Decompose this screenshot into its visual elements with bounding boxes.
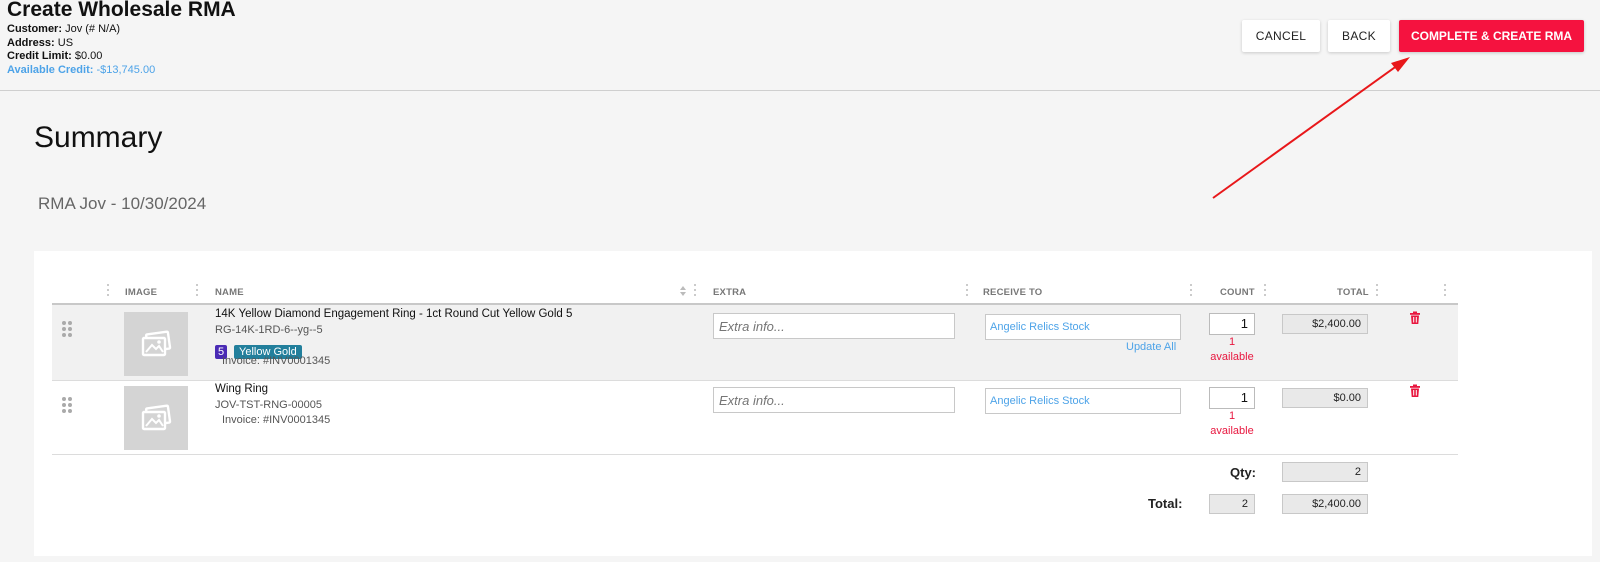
update-all-link[interactable]: Update All (1126, 341, 1176, 353)
address-line: Address: US (7, 37, 155, 51)
credit-limit-value: $0.00 (74, 50, 103, 62)
customer-info: Customer: Jov (# N/A) Address: US Credit… (7, 23, 155, 77)
table-row: Wing Ring JOV-TST-RNG-00005 Invoice: #IN… (52, 381, 1458, 455)
table-header: IMAGE NAME EXTRA RECEIVE TO COUNT TOTAL (52, 281, 1458, 305)
column-header-count[interactable]: COUNT (1220, 287, 1255, 298)
column-header-name[interactable]: NAME (215, 287, 244, 298)
product-image (124, 312, 188, 376)
available-credit-label: Available Credit: (7, 63, 94, 76)
credit-limit-line: Credit Limit: $0.00 (7, 50, 155, 64)
page-header: Create Wholesale RMA Customer: Jov (# N/… (0, 0, 1600, 91)
available-credit-line: Available Credit: -$13,745.00 (7, 64, 155, 78)
drag-handle-icon[interactable] (62, 321, 74, 337)
back-button[interactable]: BACK (1328, 20, 1390, 52)
complete-create-rma-button[interactable]: COMPLETE & CREATE RMA (1399, 20, 1584, 52)
table-row: 14K Yellow Diamond Engagement Ring - 1ct… (52, 305, 1458, 381)
column-menu-icon[interactable] (1263, 284, 1267, 298)
page-title: Create Wholesale RMA (7, 0, 236, 21)
column-header-receive-to[interactable]: RECEIVE TO (983, 287, 1042, 298)
column-menu-icon[interactable] (106, 284, 110, 298)
available-count: 1 (1228, 410, 1236, 422)
line-total: $0.00 (1282, 388, 1368, 408)
column-menu-icon[interactable] (1443, 284, 1447, 298)
cancel-button[interactable]: CANCEL (1242, 20, 1320, 52)
count-input[interactable]: 1 (1209, 313, 1255, 335)
total-count: 2 (1209, 494, 1255, 514)
available-count: 1 (1228, 336, 1236, 348)
address-label: Address: (7, 36, 55, 49)
column-menu-icon[interactable] (1189, 284, 1193, 298)
credit-limit-label: Credit Limit: (7, 50, 72, 62)
count-input[interactable]: 1 (1209, 387, 1255, 409)
grand-total: $2,400.00 (1282, 494, 1368, 514)
drag-handle-icon[interactable] (62, 397, 74, 413)
column-header-image[interactable]: IMAGE (125, 287, 157, 298)
address-value: US (57, 36, 74, 49)
column-menu-icon[interactable] (693, 284, 697, 298)
extra-info-input[interactable] (713, 387, 955, 413)
item-invoice: Invoice: #INV0001345 (222, 414, 331, 426)
available-text: available (1210, 351, 1254, 363)
line-total: $2,400.00 (1282, 314, 1368, 334)
column-header-total[interactable]: TOTAL (1337, 287, 1369, 298)
customer-label: Customer: (7, 23, 63, 35)
column-menu-icon[interactable] (195, 284, 199, 298)
available-text: available (1210, 425, 1254, 437)
item-sku: RG-14K-1RD-6--yg--5 (215, 324, 323, 336)
item-name: Wing Ring (215, 383, 269, 395)
customer-value: Jov (# N/A) (65, 23, 121, 35)
trash-icon[interactable] (1408, 384, 1422, 398)
trash-icon[interactable] (1408, 311, 1422, 325)
image-placeholder-icon (141, 330, 172, 357)
total-label: Total: (1148, 496, 1183, 511)
qty-label: Qty: (1230, 465, 1256, 480)
sort-icon[interactable] (679, 285, 687, 297)
customer-line: Customer: Jov (# N/A) (7, 23, 155, 37)
product-image (124, 386, 188, 450)
extra-info-input[interactable] (713, 313, 955, 339)
column-header-extra[interactable]: EXTRA (713, 287, 746, 298)
item-sku: JOV-TST-RNG-00005 (215, 399, 322, 411)
rma-subtitle: RMA Jov - 10/30/2024 (38, 194, 207, 213)
image-placeholder-icon (141, 404, 172, 431)
available-credit-value: -$13,745.00 (96, 63, 156, 76)
summary-heading: Summary (34, 121, 163, 154)
receive-to-select[interactable]: Angelic Relics Stock (985, 314, 1181, 340)
item-name: 14K Yellow Diamond Engagement Ring - 1ct… (215, 308, 573, 320)
column-menu-icon[interactable] (1375, 284, 1379, 298)
qty-total: 2 (1282, 462, 1368, 482)
column-menu-icon[interactable] (965, 284, 969, 298)
item-invoice: Invoice: #INV0001345 (222, 355, 331, 367)
receive-to-select[interactable]: Angelic Relics Stock (985, 388, 1181, 414)
